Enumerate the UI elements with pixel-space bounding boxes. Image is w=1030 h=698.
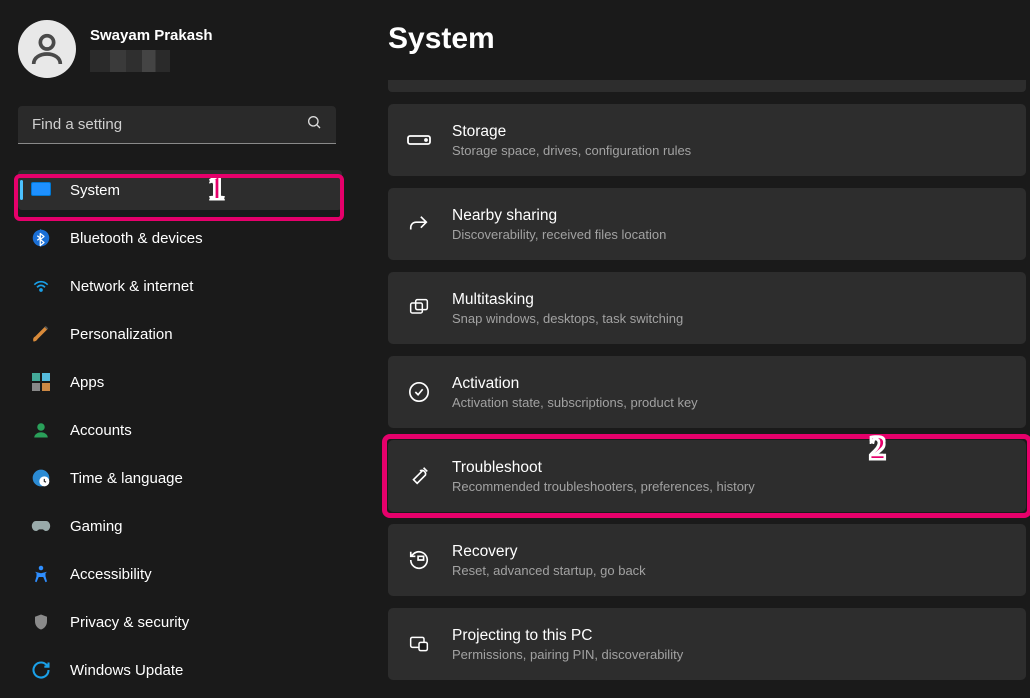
profile-name: Swayam Prakash xyxy=(90,27,213,44)
shield-icon xyxy=(30,611,52,633)
nav-item-update[interactable]: Windows Update xyxy=(18,650,342,690)
card-title: Activation xyxy=(452,375,698,393)
card-text: Projecting to this PC Permissions, pairi… xyxy=(452,627,683,662)
nav-label: Privacy & security xyxy=(70,614,189,631)
accessibility-icon xyxy=(30,563,52,585)
nav-label: Bluetooth & devices xyxy=(70,230,203,247)
brush-icon xyxy=(30,323,52,345)
card-desc: Storage space, drives, configuration rul… xyxy=(452,143,691,158)
nav-list: System 1 Bluetooth & devices Network & i… xyxy=(18,170,342,690)
card-title: Multitasking xyxy=(452,291,683,309)
nav-label: Personalization xyxy=(70,326,173,343)
card-activation[interactable]: Activation Activation state, subscriptio… xyxy=(388,356,1026,428)
share-icon xyxy=(406,211,432,237)
nav-item-network[interactable]: Network & internet xyxy=(18,266,342,306)
card-nearby-sharing[interactable]: Nearby sharing Discoverability, received… xyxy=(388,188,1026,260)
card-text: Recovery Reset, advanced startup, go bac… xyxy=(452,543,646,578)
wrench-icon xyxy=(406,463,432,489)
update-icon xyxy=(30,659,52,681)
storage-icon xyxy=(406,127,432,153)
card-desc: Discoverability, received files location xyxy=(452,227,666,242)
recovery-icon xyxy=(406,547,432,573)
card-recovery[interactable]: Recovery Reset, advanced startup, go bac… xyxy=(388,524,1026,596)
person-icon xyxy=(30,419,52,441)
nav-item-personalization[interactable]: Personalization xyxy=(18,314,342,354)
main-panel: System Storage Storage space, drives, co… xyxy=(360,0,1030,698)
card-title: Nearby sharing xyxy=(452,207,666,225)
card-title: Projecting to this PC xyxy=(452,627,683,645)
annotation-number-1: 1 xyxy=(208,170,225,208)
nav-item-accounts[interactable]: Accounts xyxy=(18,410,342,450)
card-stub-top xyxy=(388,80,1026,92)
nav-item-accessibility[interactable]: Accessibility xyxy=(18,554,342,594)
card-text: Multitasking Snap windows, desktops, tas… xyxy=(452,291,683,326)
card-text: Nearby sharing Discoverability, received… xyxy=(452,207,666,242)
bluetooth-icon xyxy=(30,227,52,249)
nav-label: Gaming xyxy=(70,518,123,535)
profile[interactable]: Swayam Prakash xyxy=(18,20,342,78)
card-desc: Permissions, pairing PIN, discoverabilit… xyxy=(452,647,683,662)
card-multitasking[interactable]: Multitasking Snap windows, desktops, tas… xyxy=(388,272,1026,344)
nav-item-system[interactable]: System 1 xyxy=(18,170,342,210)
wifi-icon xyxy=(30,275,52,297)
card-title: Recovery xyxy=(452,543,646,561)
card-text: Storage Storage space, drives, configura… xyxy=(452,123,691,158)
nav-label: System xyxy=(70,182,120,199)
card-storage[interactable]: Storage Storage space, drives, configura… xyxy=(388,104,1026,176)
nav-item-bluetooth[interactable]: Bluetooth & devices xyxy=(18,218,342,258)
annotation-number-2: 2 xyxy=(869,430,886,468)
nav-item-privacy[interactable]: Privacy & security xyxy=(18,602,342,642)
card-desc: Recommended troubleshooters, preferences… xyxy=(452,479,755,494)
nav-label: Accessibility xyxy=(70,566,152,583)
sidebar: Swayam Prakash Find a setting System 1 B… xyxy=(0,0,360,698)
card-desc: Snap windows, desktops, task switching xyxy=(452,311,683,326)
search-icon xyxy=(306,114,322,135)
card-desc: Reset, advanced startup, go back xyxy=(452,563,646,578)
nav-item-time[interactable]: Time & language xyxy=(18,458,342,498)
avatar xyxy=(18,20,76,78)
nav-label: Apps xyxy=(70,374,104,391)
gamepad-icon xyxy=(30,515,52,537)
profile-text: Swayam Prakash xyxy=(90,27,213,72)
page-title: System xyxy=(388,22,1030,56)
card-text: Activation Activation state, subscriptio… xyxy=(452,375,698,410)
system-icon xyxy=(30,179,52,201)
nav-label: Time & language xyxy=(70,470,183,487)
card-projecting[interactable]: Projecting to this PC Permissions, pairi… xyxy=(388,608,1026,680)
search-placeholder: Find a setting xyxy=(32,116,122,133)
nav-item-gaming[interactable]: Gaming xyxy=(18,506,342,546)
check-circle-icon xyxy=(406,379,432,405)
card-title: Storage xyxy=(452,123,691,141)
profile-detail-redacted xyxy=(90,50,170,72)
apps-icon xyxy=(30,371,52,393)
search-input[interactable]: Find a setting xyxy=(18,106,336,144)
nav-label: Accounts xyxy=(70,422,132,439)
nav-label: Network & internet xyxy=(70,278,193,295)
nav-item-apps[interactable]: Apps xyxy=(18,362,342,402)
settings-cards: Storage Storage space, drives, configura… xyxy=(388,80,1030,680)
clock-globe-icon xyxy=(30,467,52,489)
card-title: Troubleshoot xyxy=(452,459,755,477)
card-troubleshoot[interactable]: Troubleshoot Recommended troubleshooters… xyxy=(388,440,1026,512)
nav-label: Windows Update xyxy=(70,662,183,679)
card-desc: Activation state, subscriptions, product… xyxy=(452,395,698,410)
project-icon xyxy=(406,631,432,657)
multitasking-icon xyxy=(406,295,432,321)
card-text: Troubleshoot Recommended troubleshooters… xyxy=(452,459,755,494)
